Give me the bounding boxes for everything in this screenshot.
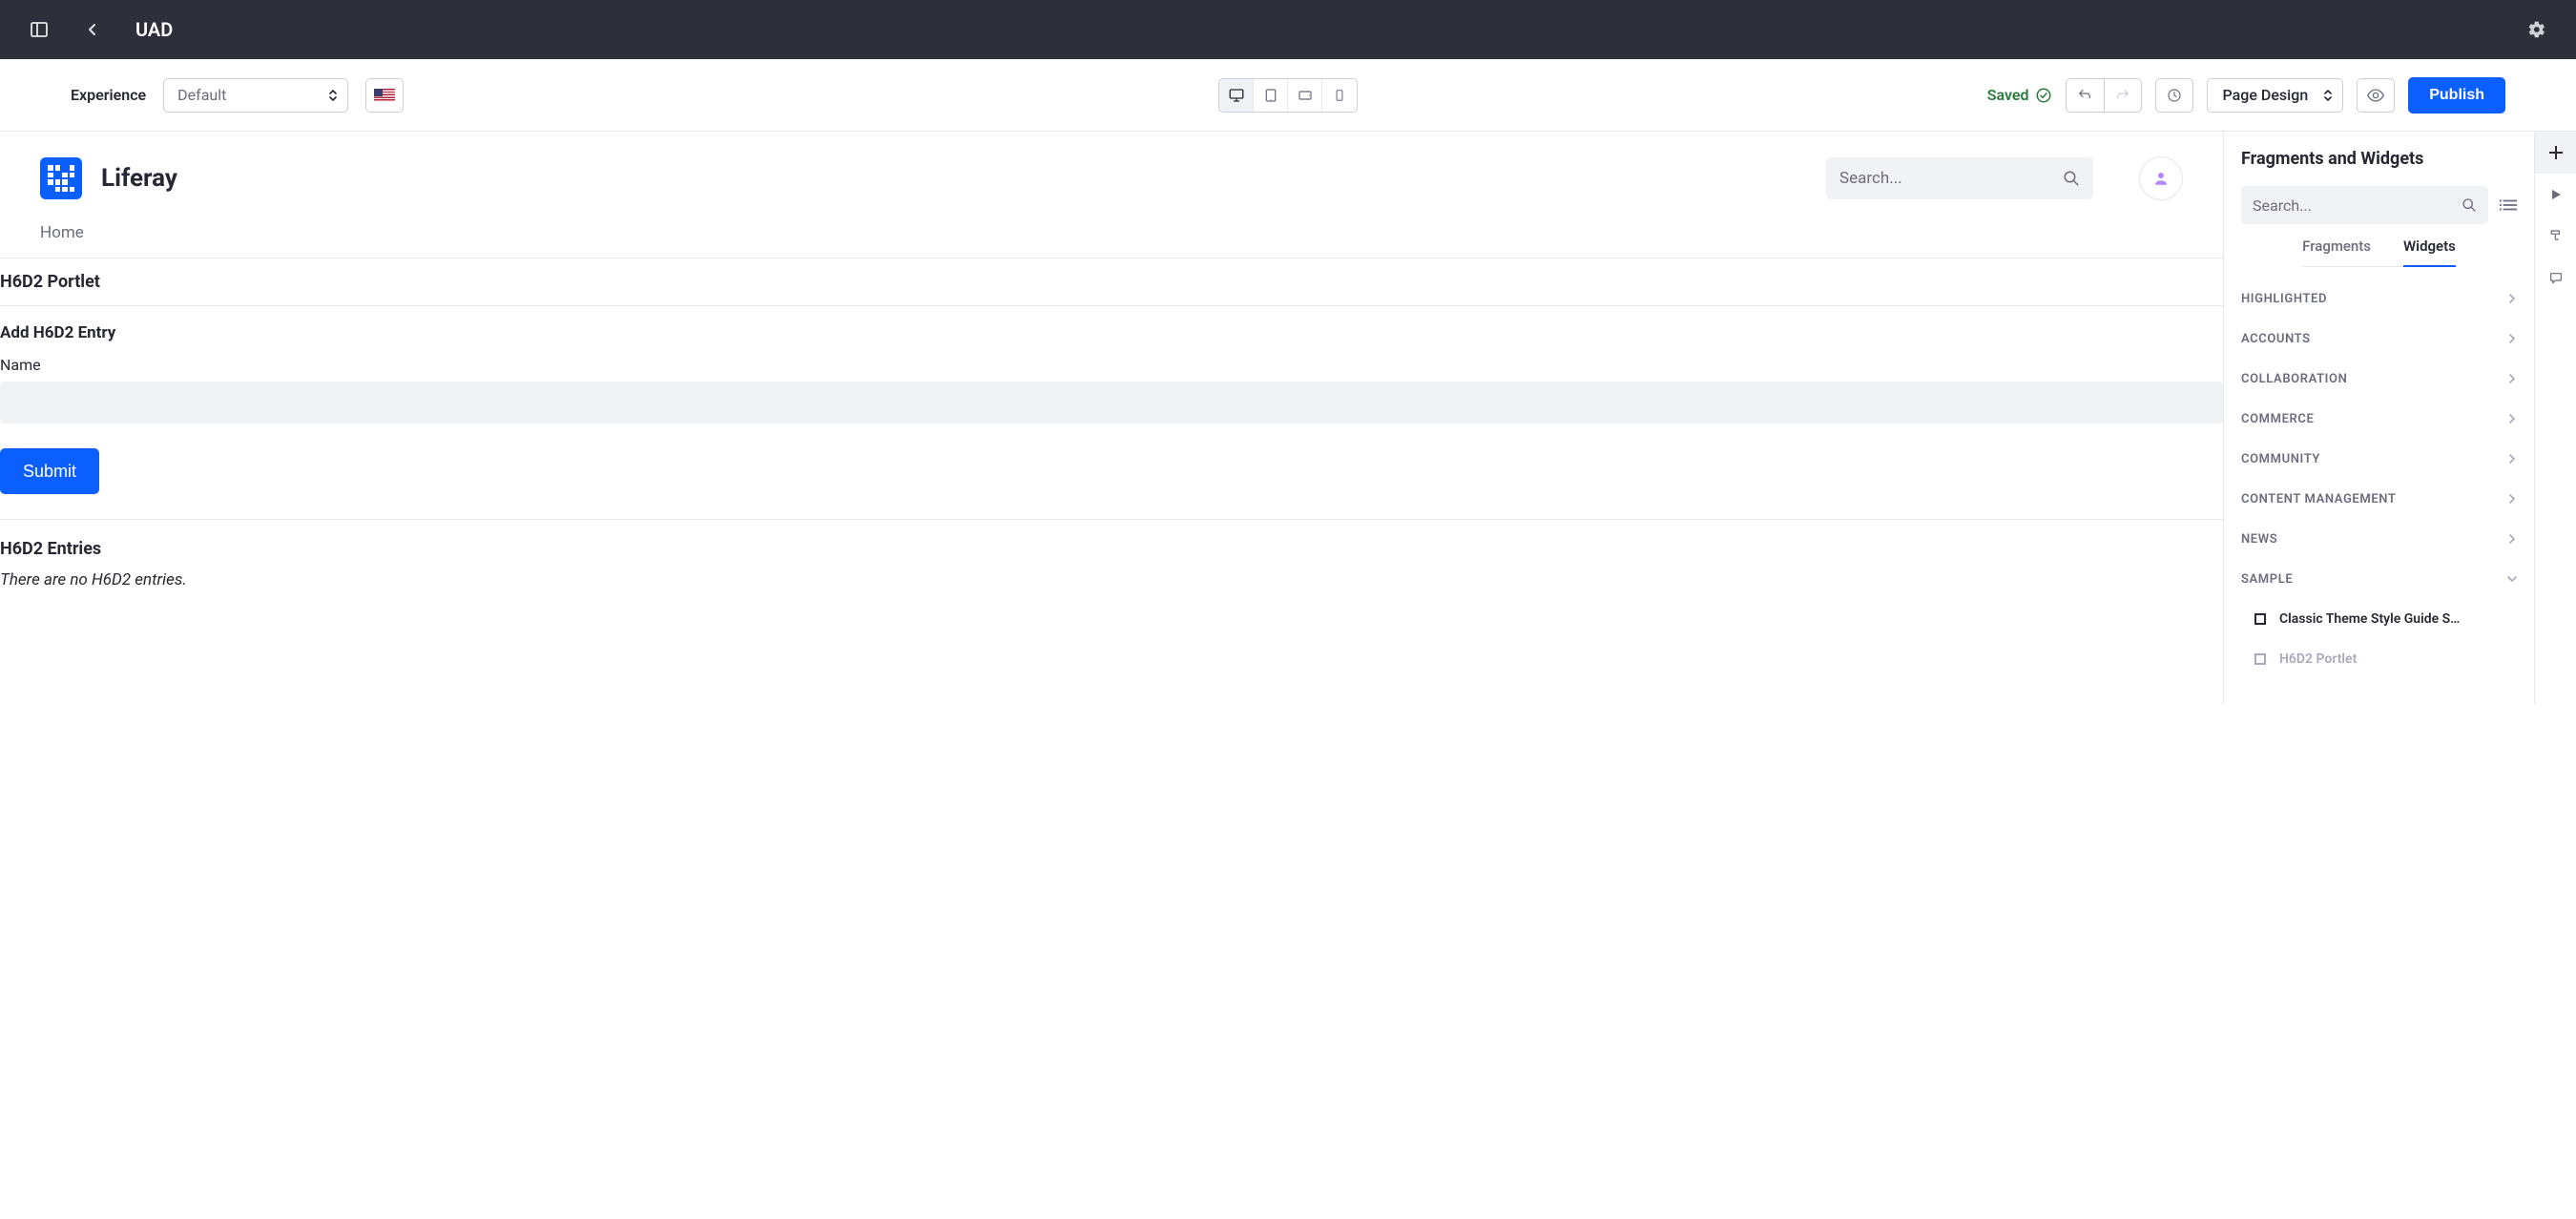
entries-heading: H6D2 Entries xyxy=(0,539,2223,559)
device-tablet-portrait-button[interactable] xyxy=(1288,79,1322,112)
site-title: Liferay xyxy=(101,164,177,193)
browser-panel-button[interactable] xyxy=(2535,174,2576,216)
page-title: UAD xyxy=(135,18,173,41)
experience-label: Experience xyxy=(71,86,146,104)
name-input[interactable] xyxy=(0,382,2223,424)
experience-value: Default xyxy=(177,86,226,104)
tab-fragments[interactable]: Fragments xyxy=(2302,238,2371,266)
publish-button[interactable]: Publish xyxy=(2408,77,2505,114)
design-panel-button[interactable] xyxy=(2535,216,2576,258)
device-preview-group xyxy=(1218,78,1358,113)
comments-panel-button[interactable] xyxy=(2535,258,2576,300)
fragments-widgets-panel: Fragments and Widgets Search... Fragment… xyxy=(2223,132,2534,704)
saved-status: Saved xyxy=(1987,86,2052,104)
tab-widgets[interactable]: Widgets xyxy=(2403,238,2456,267)
category-accounts[interactable]: ACCOUNTS xyxy=(2241,319,2517,359)
flag-us-icon xyxy=(374,89,395,102)
sort-icon xyxy=(328,89,338,102)
panel-tabs: Fragments Widgets xyxy=(2302,238,2456,267)
site-search-input[interactable]: Search... xyxy=(1826,157,2093,199)
paint-icon xyxy=(2548,229,2564,244)
editor-toolbar: Experience Default Saved xyxy=(0,59,2576,132)
category-sample[interactable]: SAMPLE xyxy=(2241,559,2517,599)
redo-button[interactable] xyxy=(2104,78,2142,113)
list-view-icon[interactable] xyxy=(2500,197,2517,213)
chevron-right-icon xyxy=(2507,454,2517,464)
check-circle-icon xyxy=(2035,87,2052,104)
add-panel-button[interactable] xyxy=(2535,132,2576,174)
search-icon xyxy=(2462,197,2477,213)
portlet-title: H6D2 Portlet xyxy=(0,272,2223,292)
comment-icon xyxy=(2548,271,2564,286)
toggle-panel-icon[interactable] xyxy=(23,13,55,46)
page-canvas: Liferay Search... Home H6D2 Portlet Add … xyxy=(0,132,2223,704)
vertical-toolbar xyxy=(2534,132,2576,704)
undo-button[interactable] xyxy=(2066,78,2104,113)
top-bar: UAD xyxy=(0,0,2576,59)
chevron-right-icon xyxy=(2507,334,2517,343)
widget-square-icon xyxy=(2254,613,2266,625)
name-label: Name xyxy=(0,356,2223,374)
form-heading: Add H6D2 Entry xyxy=(0,323,2223,342)
category-collaboration[interactable]: COLLABORATION xyxy=(2241,359,2517,399)
search-placeholder: Search... xyxy=(1839,169,2051,188)
chevron-down-icon xyxy=(2507,574,2517,584)
submit-button[interactable]: Submit xyxy=(0,448,99,494)
panel-title: Fragments and Widgets xyxy=(2241,149,2517,169)
user-avatar-button[interactable] xyxy=(2139,156,2183,200)
back-icon[interactable] xyxy=(76,13,109,46)
chevron-right-icon xyxy=(2507,374,2517,383)
device-tablet-landscape-button[interactable] xyxy=(1254,79,1288,112)
gear-icon[interactable] xyxy=(2521,13,2553,46)
play-icon xyxy=(2549,188,2563,201)
chevron-right-icon xyxy=(2507,494,2517,504)
panel-search-input[interactable]: Search... xyxy=(2241,186,2488,224)
category-highlighted[interactable]: HIGHLIGHTED xyxy=(2241,279,2517,319)
history-button[interactable] xyxy=(2155,78,2193,113)
preview-button[interactable] xyxy=(2357,78,2395,113)
chevron-right-icon xyxy=(2507,414,2517,424)
device-desktop-button[interactable] xyxy=(1219,79,1254,112)
entries-empty-message: There are no H6D2 entries. xyxy=(0,570,2223,589)
locale-button[interactable] xyxy=(365,78,404,113)
chevron-right-icon xyxy=(2507,534,2517,544)
device-phone-button[interactable] xyxy=(1322,79,1357,112)
widget-square-icon xyxy=(2254,653,2266,665)
user-icon xyxy=(2152,170,2170,187)
liferay-logo xyxy=(40,157,82,199)
edit-mode-select[interactable]: Page Design xyxy=(2207,78,2344,113)
category-news[interactable]: NEWS xyxy=(2241,519,2517,559)
category-commerce[interactable]: COMMERCE xyxy=(2241,399,2517,439)
chevron-right-icon xyxy=(2507,294,2517,303)
nav-home[interactable]: Home xyxy=(40,223,84,242)
category-community[interactable]: COMMUNITY xyxy=(2241,439,2517,479)
experience-select[interactable]: Default xyxy=(163,78,348,113)
widget-item[interactable]: H6D2 Portlet xyxy=(2241,639,2517,679)
widget-item[interactable]: Classic Theme Style Guide S… xyxy=(2241,599,2517,639)
search-icon xyxy=(2063,170,2080,187)
plus-icon xyxy=(2547,144,2565,161)
undo-redo-group xyxy=(2066,78,2142,113)
category-content-management[interactable]: CONTENT MANAGEMENT xyxy=(2241,479,2517,519)
sort-icon xyxy=(2323,89,2333,102)
